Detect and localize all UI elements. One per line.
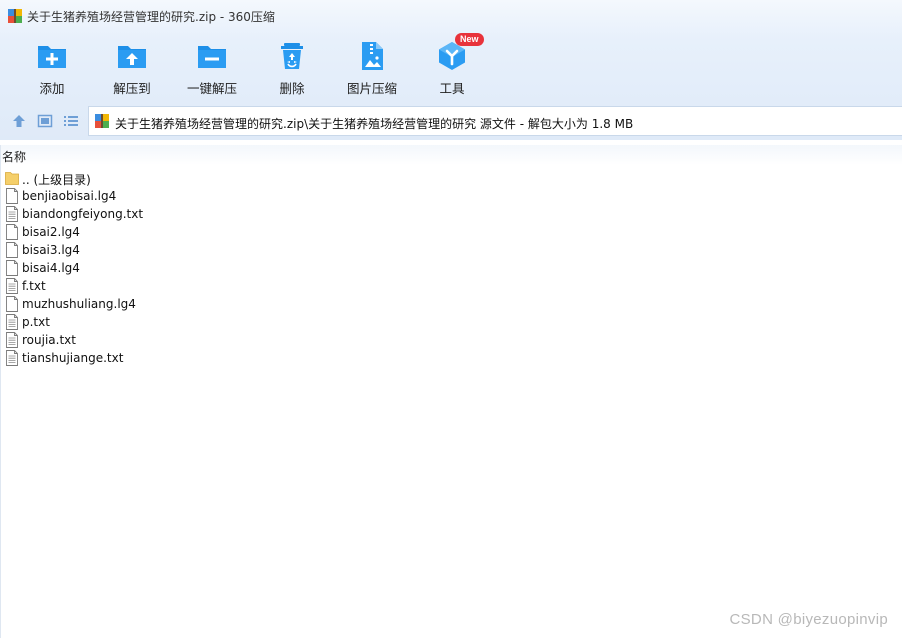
folder-icon bbox=[5, 170, 19, 186]
navigation-bar: 关于生猪养殖场经营管理的研究.zip\关于生猪养殖场经营管理的研究 源文件 - … bbox=[0, 106, 902, 136]
up-arrow-icon[interactable] bbox=[11, 113, 27, 129]
file-name: bisai2.lg4 bbox=[22, 225, 80, 239]
list-view-icon[interactable] bbox=[63, 113, 79, 129]
main-toolbar: 添加 解压到 一键解压 删除 图片压缩 工具 New bbox=[0, 33, 902, 100]
file-row[interactable]: bisai4.lg4 bbox=[1, 259, 301, 277]
one-click-extract-button-label: 一键解压 bbox=[186, 81, 237, 96]
file-name: p.txt bbox=[22, 315, 50, 329]
zip-archive-icon bbox=[8, 9, 22, 23]
file-name: muzhushuliang.lg4 bbox=[22, 297, 136, 311]
image-compress-button[interactable]: 图片压缩 bbox=[332, 36, 412, 100]
file-name: biandongfeiyong.txt bbox=[22, 207, 144, 221]
file-list: 名称 .. (上级目录) benjiaobisai.lg4 biandongfeiy… bbox=[0, 145, 902, 638]
add-folder-icon bbox=[38, 46, 66, 68]
file-row[interactable]: benjiaobisai.lg4 bbox=[1, 187, 301, 205]
text-file-icon bbox=[5, 332, 19, 348]
extract-to-button[interactable]: 解压到 bbox=[92, 36, 172, 100]
zip-archive-icon bbox=[95, 114, 109, 128]
file-row[interactable]: tianshujiange.txt bbox=[1, 349, 301, 367]
file-row[interactable]: biandongfeiyong.txt bbox=[1, 205, 301, 223]
file-rows: .. (上级目录) benjiaobisai.lg4 biandongfeiyong… bbox=[1, 169, 301, 367]
add-button-label: 添加 bbox=[39, 81, 65, 96]
blank-file-icon bbox=[5, 224, 19, 240]
recycle-bin-icon bbox=[281, 43, 303, 69]
add-button[interactable]: 添加 bbox=[12, 36, 92, 100]
tools-button[interactable]: 工具 bbox=[412, 36, 492, 100]
blank-file-icon bbox=[5, 260, 19, 276]
image-compress-button-label: 图片压缩 bbox=[346, 81, 397, 96]
extract-to-icon bbox=[118, 46, 146, 68]
watermark: CSDN @biyezuopinvip bbox=[729, 611, 888, 628]
title-bar: 关于生猪养殖场经营管理的研究.zip - 360压缩 bbox=[0, 0, 902, 32]
window-title: 关于生猪养殖场经营管理的研究.zip - 360压缩 bbox=[27, 10, 275, 24]
image-compress-icon bbox=[362, 42, 383, 70]
text-file-icon bbox=[5, 206, 19, 222]
file-name: .. (上级目录) bbox=[22, 173, 91, 187]
blank-file-icon bbox=[5, 242, 19, 258]
file-row[interactable]: roujia.txt bbox=[1, 331, 301, 349]
delete-button[interactable]: 删除 bbox=[252, 36, 332, 100]
text-file-icon bbox=[5, 314, 19, 330]
column-name-header[interactable]: 名称 bbox=[2, 148, 26, 165]
one-click-extract-button[interactable]: 一键解压 bbox=[172, 36, 252, 100]
file-name: bisai3.lg4 bbox=[22, 243, 80, 257]
one-click-extract-icon bbox=[198, 46, 226, 68]
blank-file-icon bbox=[5, 188, 19, 204]
blank-file-icon bbox=[5, 296, 19, 312]
file-row[interactable]: f.txt bbox=[1, 277, 301, 295]
file-row[interactable]: bisai2.lg4 bbox=[1, 223, 301, 241]
file-row[interactable]: bisai3.lg4 bbox=[1, 241, 301, 259]
window-chrome: 关于生猪养殖场经营管理的研究.zip - 360压缩 添加 解压到 一键解压 删… bbox=[0, 0, 902, 140]
file-row[interactable]: p.txt bbox=[1, 313, 301, 331]
path-field[interactable]: 关于生猪养殖场经营管理的研究.zip\关于生猪养殖场经营管理的研究 源文件 - … bbox=[88, 106, 902, 136]
extract-to-button-label: 解压到 bbox=[113, 81, 151, 96]
file-name: bisai4.lg4 bbox=[22, 261, 80, 275]
delete-button-label: 删除 bbox=[279, 81, 305, 96]
file-name: roujia.txt bbox=[22, 333, 76, 347]
file-name: tianshujiange.txt bbox=[22, 351, 124, 365]
tools-button-label: 工具 bbox=[439, 81, 465, 96]
file-row[interactable]: .. (上级目录) bbox=[1, 169, 301, 187]
column-header[interactable]: 名称 bbox=[1, 145, 902, 165]
file-row[interactable]: muzhushuliang.lg4 bbox=[1, 295, 301, 313]
thumbnail-view-icon[interactable] bbox=[37, 113, 53, 129]
file-name: f.txt bbox=[22, 279, 46, 293]
file-name: benjiaobisai.lg4 bbox=[22, 189, 117, 203]
text-file-icon bbox=[5, 350, 19, 366]
new-badge: New bbox=[455, 33, 484, 46]
app-window: 关于生猪养殖场经营管理的研究.zip - 360压缩 添加 解压到 一键解压 删… bbox=[0, 0, 902, 638]
path-text: 关于生猪养殖场经营管理的研究.zip\关于生猪养殖场经营管理的研究 源文件 - … bbox=[115, 117, 634, 131]
text-file-icon bbox=[5, 278, 19, 294]
